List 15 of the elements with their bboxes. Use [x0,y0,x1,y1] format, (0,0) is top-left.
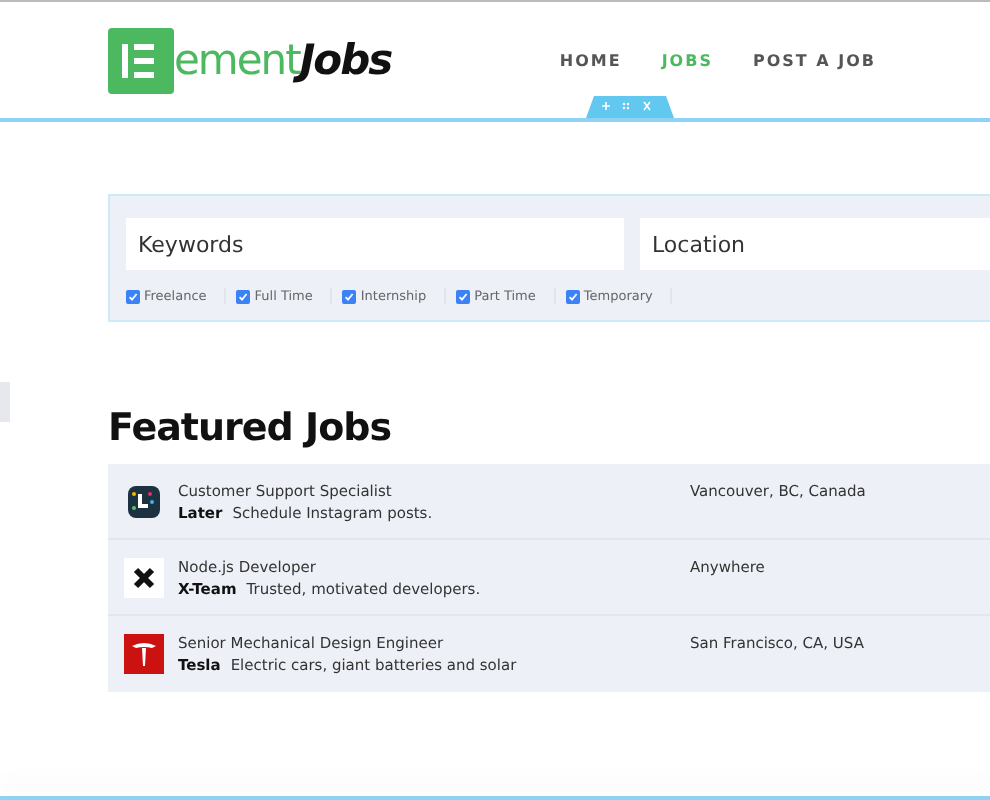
section-handle[interactable] [586,96,674,118]
checkbox[interactable] [565,289,580,303]
keywords-field[interactable]: Keywords [126,218,624,270]
app-logo-icon [124,481,164,521]
checkbox[interactable] [236,289,251,303]
nav-link[interactable]: HOME [559,51,622,69]
location-field[interactable]: Location [640,218,990,270]
t-logo-icon [124,634,164,674]
logo-icon [108,27,174,93]
checkbox[interactable] [456,289,471,303]
x-logo-icon [124,557,164,597]
section-heading: Featured Jobs [108,406,394,450]
nav-link[interactable]: POST A JOB [752,51,876,69]
checkbox[interactable] [342,289,357,303]
checkbox[interactable] [126,289,140,303]
